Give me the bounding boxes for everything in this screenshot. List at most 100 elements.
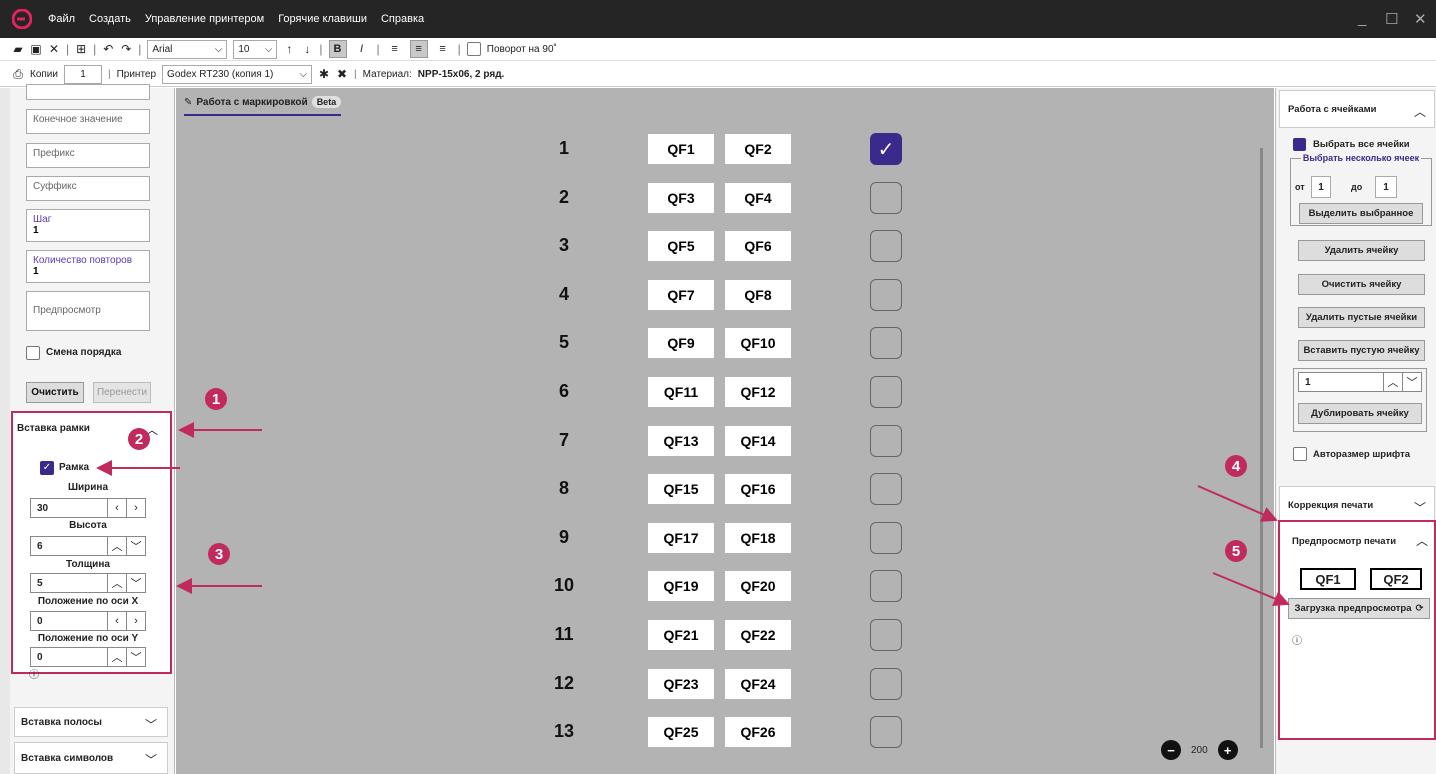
suffix-field[interactable]: Суффикс <box>26 176 150 201</box>
start-value-field[interactable] <box>26 84 150 100</box>
label-cell[interactable]: QF14 <box>725 426 791 456</box>
rotate-checkbox[interactable] <box>466 42 481 56</box>
chevron-left-icon[interactable]: ‹ <box>107 612 126 630</box>
chevron-up-icon[interactable]: ︿ <box>107 648 126 666</box>
label-cell[interactable]: QF3 <box>648 183 714 213</box>
gear-icon[interactable]: ✱ <box>318 67 330 81</box>
reorder-checkbox[interactable] <box>26 346 40 360</box>
duplicate-button[interactable]: Дублировать ячейку <box>1298 403 1422 424</box>
menu-printer[interactable]: Управление принтером <box>145 13 264 25</box>
chevron-right-icon[interactable]: › <box>126 499 145 517</box>
label-cell[interactable]: QF2 <box>725 134 791 164</box>
move-button[interactable]: Перенести <box>93 382 151 403</box>
row-checkbox[interactable] <box>870 182 902 214</box>
table-icon[interactable]: ⊞ <box>75 42 87 56</box>
label-cell[interactable]: QF4 <box>725 183 791 213</box>
row-checkbox[interactable] <box>870 668 902 700</box>
chevron-down-icon[interactable]: ﹀ <box>126 574 145 592</box>
height-input[interactable]: 6 ︿ ﹀ <box>30 536 146 556</box>
chevron-up-icon[interactable]: ︿ <box>107 537 126 555</box>
chevron-left-icon[interactable]: ‹ <box>107 499 126 517</box>
correction-section-header[interactable]: Коррекция печати ﹀ <box>1279 486 1435 524</box>
row-checkbox[interactable] <box>870 279 902 311</box>
label-cell[interactable]: QF23 <box>648 669 714 699</box>
minimize-icon[interactable]: _ <box>1358 10 1366 27</box>
label-cell[interactable]: QF21 <box>648 620 714 650</box>
align-right-icon[interactable]: ≡ <box>434 40 452 58</box>
row-checkbox[interactable] <box>870 619 902 651</box>
preview-field[interactable]: Предпросмотр <box>26 291 150 331</box>
autosize-checkbox[interactable] <box>1293 447 1307 461</box>
posy-input[interactable]: 0 ︿ ﹀ <box>30 647 146 667</box>
chevron-up-icon[interactable]: ︿ <box>1383 373 1402 391</box>
thickness-input[interactable]: 5 ︿ ﹀ <box>30 573 146 593</box>
select-all-checkbox[interactable] <box>1293 138 1306 151</box>
menu-create[interactable]: Создать <box>89 13 131 25</box>
row-checkbox[interactable] <box>870 376 902 408</box>
duplicate-count-input[interactable]: 1 ︿ ﹀ <box>1298 372 1422 392</box>
repeat-field[interactable]: Количество повторов 1 <box>26 250 150 283</box>
label-cell[interactable]: QF17 <box>648 523 714 553</box>
row-checkbox[interactable] <box>870 716 902 748</box>
align-left-icon[interactable]: ≡ <box>386 40 404 58</box>
save-icon[interactable]: ▣ <box>30 42 42 56</box>
chevron-up-icon[interactable]: ︿ <box>107 574 126 592</box>
italic-button[interactable]: I <box>353 40 371 58</box>
to-input[interactable]: 1 <box>1375 176 1397 198</box>
help-icon[interactable]: ⓘ <box>1292 632 1302 647</box>
undo-icon[interactable]: ↶ <box>102 42 114 56</box>
insert-empty-button[interactable]: Вставить пустую ячейку <box>1298 340 1425 361</box>
align-center-icon[interactable]: ≡ <box>409 40 428 58</box>
menu-help[interactable]: Справка <box>381 13 424 25</box>
open-folder-icon[interactable]: ▰ <box>12 42 24 56</box>
label-cell[interactable]: QF13 <box>648 426 714 456</box>
zoom-out-icon[interactable]: − <box>1161 740 1181 760</box>
label-cell[interactable]: QF22 <box>725 620 791 650</box>
label-cell[interactable]: QF12 <box>725 377 791 407</box>
frame-checkbox[interactable]: ✓ <box>40 461 54 475</box>
from-input[interactable]: 1 <box>1311 176 1331 198</box>
canvas-scrollbar[interactable] <box>1260 148 1263 748</box>
label-cell[interactable]: QF11 <box>648 377 714 407</box>
printer-icon[interactable]: ⎙ <box>12 67 24 82</box>
font-size-select[interactable]: 10 ⌵ <box>233 39 278 59</box>
tools-icon[interactable]: ✖ <box>336 67 348 81</box>
zoom-in-icon[interactable]: + <box>1217 740 1238 760</box>
align-top-icon[interactable]: ↑ <box>283 42 295 56</box>
menu-hotkeys[interactable]: Горячие клавиши <box>278 13 367 25</box>
label-cell[interactable]: QF5 <box>648 231 714 261</box>
clear-button[interactable]: Очистить <box>26 382 84 403</box>
clear-cell-button[interactable]: Очистить ячейку <box>1298 274 1425 295</box>
row-checkbox[interactable]: ✓ <box>870 133 902 165</box>
load-preview-button[interactable]: Загрузка предпросмотра ⟳ <box>1288 598 1430 619</box>
maximize-icon[interactable]: ☐ <box>1385 10 1398 28</box>
prefix-field[interactable]: Префикс <box>26 143 150 168</box>
redo-icon[interactable]: ↷ <box>120 42 132 56</box>
label-cell[interactable]: QF26 <box>725 717 791 747</box>
cells-section-header[interactable]: Работа с ячейками ︿ <box>1279 90 1435 128</box>
close-icon[interactable]: ✕ <box>1414 10 1427 28</box>
symbols-section-header[interactable]: Вставка символов ﹀ <box>14 742 168 774</box>
row-checkbox[interactable] <box>870 473 902 505</box>
row-checkbox[interactable] <box>870 522 902 554</box>
delete-cell-button[interactable]: Удалить ячейку <box>1298 240 1425 261</box>
copies-input[interactable]: 1 <box>63 64 102 84</box>
row-checkbox[interactable] <box>870 230 902 262</box>
help-icon[interactable]: ⓘ <box>29 666 39 681</box>
chevron-down-icon[interactable]: ﹀ <box>126 537 145 555</box>
label-cell[interactable]: QF1 <box>648 134 714 164</box>
chevron-down-icon[interactable]: ﹀ <box>126 648 145 666</box>
label-cell[interactable]: QF16 <box>725 474 791 504</box>
tab-marking[interactable]: ✎ Работа с маркировкой Beta <box>184 96 342 116</box>
printer-select[interactable]: Godex RT230 (копия 1) ⌵ <box>162 64 313 84</box>
delete-empty-button[interactable]: Удалить пустые ячейки <box>1298 307 1425 328</box>
chevron-down-icon[interactable]: ﹀ <box>1402 373 1421 391</box>
label-cell[interactable]: QF9 <box>648 328 714 358</box>
label-cell[interactable]: QF7 <box>648 280 714 310</box>
posx-input[interactable]: 0 ‹ › <box>30 611 146 631</box>
step-field[interactable]: Шаг 1 <box>26 209 150 242</box>
stripe-section-header[interactable]: Вставка полосы ﹀ <box>14 707 168 737</box>
end-value-field[interactable]: Конечное значение <box>26 109 150 134</box>
label-cell[interactable]: QF25 <box>648 717 714 747</box>
label-cell[interactable]: QF20 <box>725 571 791 601</box>
